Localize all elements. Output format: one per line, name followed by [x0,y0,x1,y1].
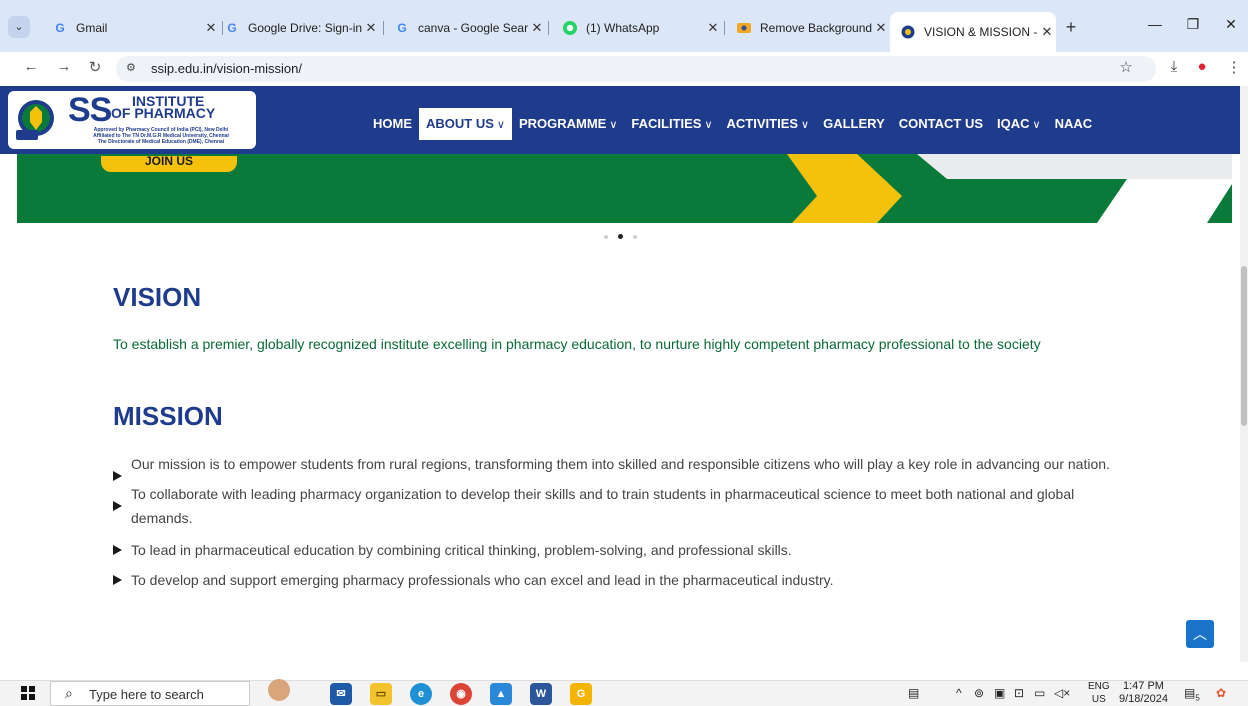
taskbar-clock[interactable]: 1:47 PM 9/18/2024 [1119,680,1168,706]
pdf-app-icon[interactable]: G [570,683,592,705]
edge-browser-icon[interactable]: e [410,683,432,705]
notifications-icon[interactable]: ▤5 [1184,686,1200,702]
scroll-to-top-button[interactable]: ︿ [1186,620,1214,648]
slider-dot[interactable] [633,234,637,239]
windows-start-icon[interactable] [21,686,35,700]
profile-icon[interactable]: ● [1192,58,1212,75]
tray-app-icon[interactable]: ⊚ [974,686,984,700]
user-avatar-icon[interactable] [268,679,290,701]
close-icon[interactable]: ✕ [872,20,890,36]
file-explorer-icon[interactable]: ▭ [370,683,392,705]
menu-contact-us[interactable]: CONTACT US [892,108,990,140]
close-icon[interactable]: ✕ [528,20,546,36]
triangle-bullet-icon [113,471,122,481]
site-logo[interactable]: SS INSTITUTE OF PHARMACY Approved by Pha… [8,91,256,149]
menu-naac[interactable]: NAAC [1048,108,1100,140]
language-indicator[interactable]: ENG US [1088,680,1110,706]
whatsapp-icon [562,20,578,36]
back-arrow-icon[interactable]: ← [20,58,42,75]
slider-dot[interactable] [604,234,608,239]
scrollbar-thumb[interactable] [1241,266,1247,426]
chevron-down-icon: ∨ [496,119,505,131]
chevron-down-icon: ∨ [1032,119,1041,131]
ssip-seal-icon [16,100,54,140]
menu-home[interactable]: HOME [366,108,419,140]
vision-text: To establish a premier, globally recogni… [113,336,1041,352]
vision-heading: VISION [113,282,202,312]
tab-whatsapp[interactable]: (1) WhatsApp ✕ [552,14,722,42]
chrome-icon[interactable]: ◉ [450,683,472,705]
window-close-button[interactable]: ✕ [1216,16,1246,33]
mission-list: Our mission is to empower students from … [113,452,1133,592]
mission-item: To develop and support emerging pharmacy… [113,568,1133,592]
triangle-bullet-icon [113,501,122,511]
main-menu: HOME ABOUT US ∨ PROGRAMME ∨ FACILITIES ∨ AC… [366,108,1099,140]
menu-facilities[interactable]: FACILITIES ∨ [624,108,719,140]
google-icon: G [55,21,65,35]
google-icon: G [227,21,237,35]
logo-of-pharmacy: OF PHARMACY [111,105,216,121]
tab-canva-search[interactable]: G canva - Google Searc ✕ [384,14,546,42]
network-icon[interactable]: ⊡ [1014,686,1024,700]
close-icon[interactable]: ✕ [362,20,380,36]
mail-icon[interactable]: ✉ [330,683,352,705]
mission-item: Our mission is to empower students from … [113,452,1133,481]
reload-icon[interactable]: ↻ [84,58,106,76]
close-icon[interactable]: ✕ [704,20,722,36]
speaker-muted-icon[interactable]: ◁× [1054,686,1070,700]
menu-activities[interactable]: ACTIVITIES ∨ [720,108,817,140]
site-info-icon[interactable]: ⚙ [126,61,136,74]
forward-arrow-icon[interactable]: → [53,58,75,75]
hero-banner: JOIN US [17,154,1232,223]
download-icon[interactable]: ⤓ [1164,58,1184,75]
join-us-button[interactable]: JOIN US [101,156,237,172]
mission-heading: MISSION [113,401,223,431]
menu-about-us[interactable]: ABOUT US ∨ [419,108,512,140]
slider-dot-active[interactable] [618,234,623,239]
tab-search-dropdown[interactable]: ⌄ [8,16,30,38]
more-menu-icon[interactable]: ⋮ [1224,58,1244,76]
chevron-down-icon: ∨ [801,119,810,131]
ssip-icon [900,24,916,40]
menu-iqac[interactable]: IQAC ∨ [990,108,1048,140]
logo-ss: SS [68,91,112,129]
new-tab-button[interactable]: + [1060,16,1082,38]
mission-item: To collaborate with leading pharmacy org… [113,482,1133,530]
triangle-bullet-icon [113,575,122,585]
triangle-bullet-icon [113,545,122,555]
tab-google-drive[interactable]: G Google Drive: Sign-in ✕ [214,14,380,42]
tab-gmail[interactable]: G Gmail ✕ [42,14,220,42]
copilot-icon[interactable]: ✿ [1216,686,1226,700]
tray-app-icon[interactable]: ▣ [994,686,1005,700]
removebg-icon [736,20,752,36]
tab-vision-mission[interactable]: VISION & MISSION - ✕ [890,12,1056,52]
widgets-icon[interactable]: ▤ [908,686,919,700]
search-icon: ⌕ [65,685,73,701]
slider-dots [604,234,637,239]
menu-gallery[interactable]: GALLERY [816,108,892,140]
minimize-button[interactable]: — [1140,16,1170,32]
mission-item: To lead in pharmaceutical education by c… [113,538,1133,562]
web-page: SS INSTITUTE OF PHARMACY Approved by Pha… [0,86,1240,662]
close-icon[interactable]: ✕ [1038,24,1056,40]
url-text[interactable]: ssip.edu.in/vision-mission/ [151,61,302,76]
tray-chevron-up-icon[interactable]: ^ [956,686,962,700]
google-icon: G [397,21,407,35]
chevron-down-icon: ∨ [609,119,618,131]
tab-remove-background[interactable]: Remove Background ✕ [726,14,890,42]
logo-approval-text: Approved by Pharmacy Council of India (P… [93,127,229,145]
battery-icon[interactable]: ▭ [1034,686,1045,700]
bookmark-star-icon[interactable]: ☆ [1116,58,1136,76]
menu-programme[interactable]: PROGRAMME ∨ [512,108,624,140]
word-icon[interactable]: W [530,683,552,705]
site-header: SS INSTITUTE OF PHARMACY Approved by Pha… [0,86,1240,154]
chevron-down-icon: ∨ [704,119,713,131]
restore-button[interactable]: ❐ [1178,16,1208,33]
photos-icon[interactable]: ▲ [490,683,512,705]
taskbar-search-box[interactable]: ⌕ Type here to search [50,681,250,706]
